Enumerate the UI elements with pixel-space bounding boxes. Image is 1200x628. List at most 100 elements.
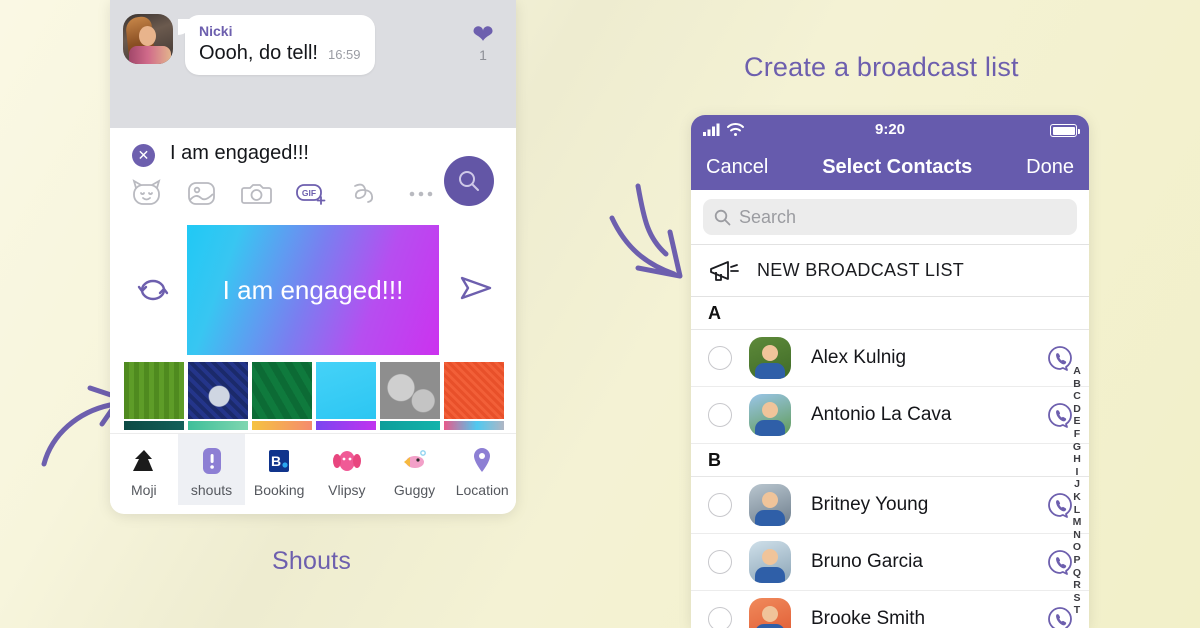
compose-bar: ✕ I am engaged!!! GIF — [110, 128, 516, 220]
shouts-icon — [198, 445, 226, 477]
chat-area: Nicki Oooh, do tell! 16:59 ❤ 1 — [110, 0, 516, 128]
tab-shouts[interactable]: shouts — [177, 434, 246, 505]
extension-tab-bar: Moji shouts B Booking Vlipsy Guggy Locat… — [110, 433, 516, 505]
guggy-icon — [400, 445, 430, 477]
alphabet-index-letter[interactable]: E — [1073, 415, 1080, 428]
search-placeholder: Search — [739, 206, 797, 227]
contact-checkbox[interactable] — [708, 550, 732, 574]
draft-text[interactable]: I am engaged!!! — [170, 142, 309, 165]
close-icon[interactable]: ✕ — [132, 144, 155, 167]
tab-vlipsy[interactable]: Vlipsy — [313, 434, 381, 505]
alphabet-index-letter[interactable]: O — [1073, 541, 1081, 554]
search-icon — [459, 171, 479, 191]
contact-avatar — [749, 541, 791, 583]
thumb-orange[interactable] — [444, 362, 504, 430]
shout-preview-card[interactable]: I am engaged!!! — [187, 225, 439, 355]
contact-row-brooke-smith[interactable]: Brooke Smith — [691, 591, 1089, 628]
alphabet-index-letter[interactable]: J — [1074, 478, 1080, 491]
search-icon — [714, 209, 731, 225]
avatar — [123, 14, 173, 64]
contact-row-britney-young[interactable]: Britney Young — [691, 477, 1089, 534]
contact-name: Britney Young — [811, 494, 929, 515]
alphabet-index-letter[interactable]: T — [1074, 604, 1080, 617]
alphabet-index-letter[interactable]: B — [1073, 378, 1081, 391]
contact-row-antonio-la-cava[interactable]: Antonio La Cava — [691, 387, 1089, 444]
shout-preview-zone: I am engaged!!! — [110, 220, 516, 360]
moji-icon — [131, 445, 157, 477]
section-header-b: B — [691, 444, 1089, 477]
done-button[interactable]: Done — [1026, 156, 1074, 179]
message-reaction[interactable]: ❤ 1 — [468, 21, 498, 63]
alphabet-index-letter[interactable]: M — [1073, 516, 1082, 529]
contact-name: Antonio La Cava — [811, 404, 952, 425]
battery-icon — [1050, 124, 1080, 137]
background-thumbnail-strip — [110, 360, 516, 433]
cancel-button[interactable]: Cancel — [706, 156, 768, 179]
search-input[interactable]: Search — [703, 199, 1077, 235]
sticker-cat-icon[interactable] — [130, 178, 163, 208]
contact-checkbox[interactable] — [708, 493, 732, 517]
doodle-icon[interactable] — [350, 178, 383, 208]
tab-guggy[interactable]: Guggy — [381, 434, 449, 505]
new-broadcast-list-row[interactable]: NEW BROADCAST LIST — [691, 244, 1089, 297]
tab-booking[interactable]: B Booking — [245, 434, 313, 505]
alphabet-index-letter[interactable]: H — [1073, 453, 1081, 466]
alphabet-index-letter[interactable]: R — [1073, 579, 1081, 592]
alphabet-index-letter[interactable]: N — [1073, 529, 1081, 542]
tab-label: Vlipsy — [328, 482, 366, 498]
gif-add-icon[interactable]: GIF — [295, 178, 328, 208]
contact-checkbox[interactable] — [708, 403, 732, 427]
message-sender: Nicki — [199, 23, 233, 39]
alphabet-index-letter[interactable]: A — [1073, 365, 1081, 378]
message-text: Oooh, do tell! — [199, 42, 318, 64]
contact-row-alex-kulnig[interactable]: Alex Kulnig — [691, 330, 1089, 387]
megaphone-icon — [710, 260, 739, 281]
tab-label: Guggy — [393, 482, 436, 498]
alphabet-index-letter[interactable]: F — [1074, 428, 1080, 441]
contact-name: Alex Kulnig — [811, 347, 907, 368]
alphabet-index-letter[interactable]: I — [1076, 466, 1079, 479]
tab-moji[interactable]: Moji — [110, 434, 178, 505]
alphabet-index-letter[interactable]: D — [1073, 403, 1081, 416]
booking-icon: B — [265, 445, 293, 477]
message-time: 16:59 — [327, 47, 361, 62]
image-icon[interactable] — [185, 178, 218, 208]
thumb-cyan[interactable] — [316, 362, 376, 430]
alphabet-index-letter[interactable]: Q — [1073, 567, 1081, 580]
alphabet-index-letter[interactable]: L — [1074, 504, 1080, 517]
alphabet-index-letter[interactable]: P — [1073, 554, 1080, 567]
more-options-icon[interactable] — [405, 178, 438, 208]
alphabet-index-letter[interactable]: K — [1073, 491, 1081, 504]
message-bubble: Nicki Oooh, do tell! 16:59 — [178, 15, 375, 75]
contact-checkbox[interactable] — [708, 346, 732, 370]
refresh-button[interactable] — [136, 274, 170, 311]
search-button[interactable] — [444, 156, 494, 206]
thumb-hearts-gray[interactable] — [380, 362, 440, 430]
camera-icon[interactable] — [240, 178, 273, 208]
vlipsy-icon — [332, 445, 362, 477]
refresh-icon — [137, 279, 169, 301]
shout-preview-text: I am engaged!!! — [222, 274, 404, 305]
alphabet-index-letter[interactable]: G — [1073, 441, 1081, 454]
contact-avatar — [749, 598, 791, 628]
send-icon — [460, 276, 492, 300]
tab-label: Location — [455, 482, 509, 498]
section-header-a: A — [691, 297, 1089, 330]
alphabet-index-letter[interactable]: C — [1073, 390, 1081, 403]
alphabet-index[interactable]: ABCDEFGHIJKLMNOPQRST — [1067, 365, 1087, 617]
contact-row-bruno-garcia[interactable]: Bruno Garcia — [691, 534, 1089, 591]
thumb-chalkboard[interactable] — [252, 362, 312, 430]
thumb-grass[interactable] — [124, 362, 184, 430]
tab-location[interactable]: Location — [448, 434, 516, 505]
status-time: 9:20 — [874, 121, 906, 138]
svg-text:GIF: GIF — [302, 188, 316, 198]
compose-icon-row: GIF — [130, 178, 438, 208]
location-icon — [470, 445, 494, 477]
thumb-soccer[interactable] — [188, 362, 248, 430]
send-button[interactable] — [458, 272, 494, 309]
alphabet-index-letter[interactable]: S — [1073, 592, 1080, 605]
contact-name: Brooke Smith — [811, 608, 926, 628]
contact-avatar — [749, 394, 791, 436]
right-phone-select-contacts-screen: 9:20 Cancel Select Contacts Done Search … — [691, 115, 1089, 628]
contact-checkbox[interactable] — [708, 607, 732, 628]
